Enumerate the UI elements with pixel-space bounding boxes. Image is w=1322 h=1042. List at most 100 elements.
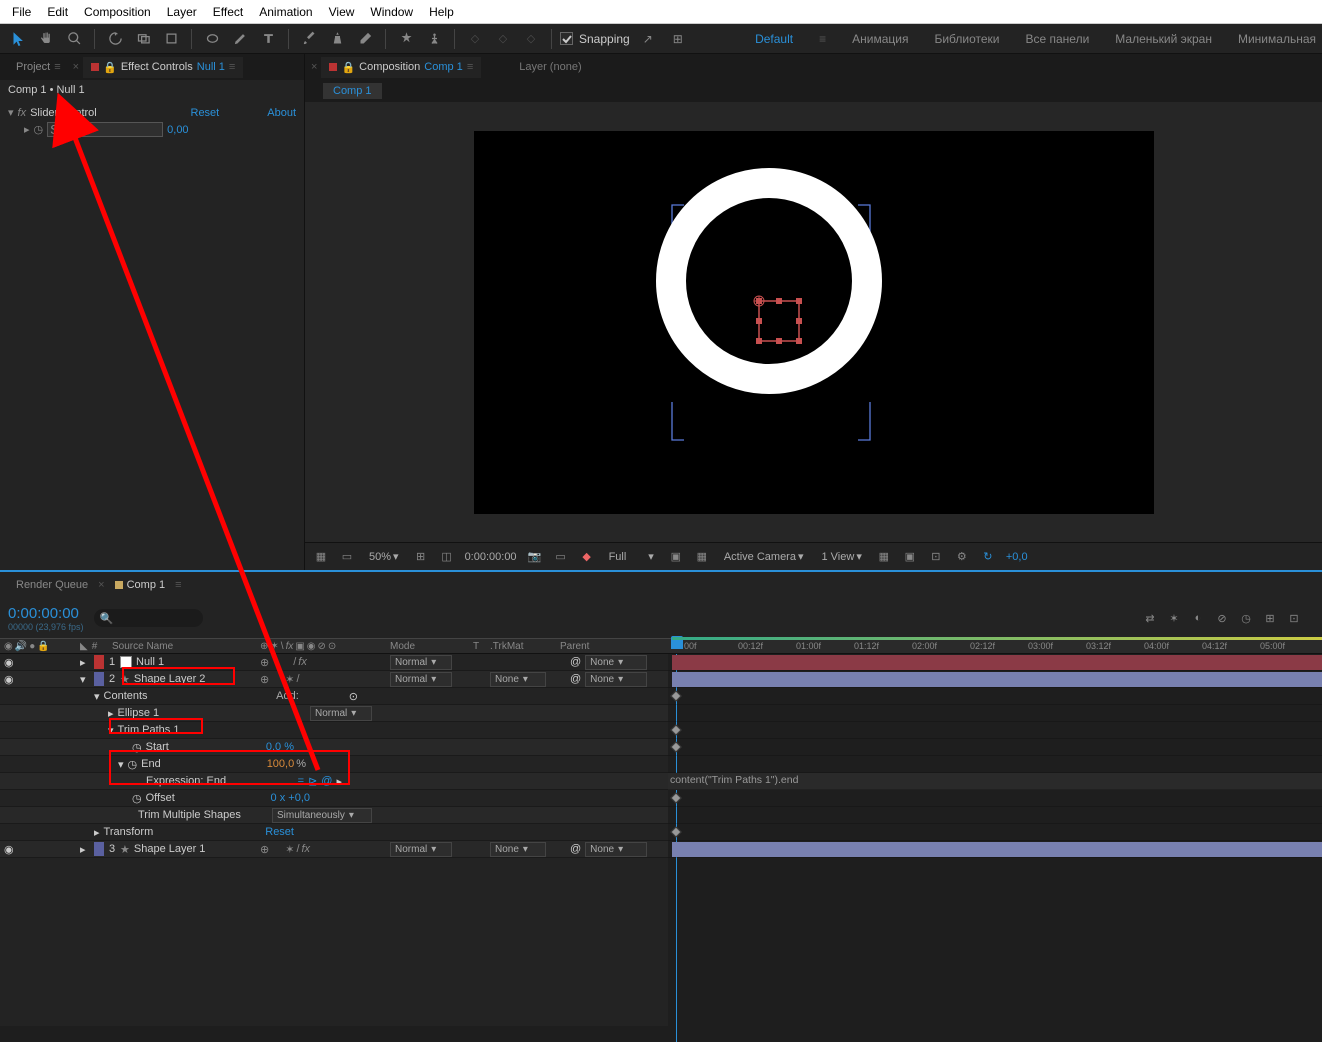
render-queue-tab[interactable]: Render Queue bbox=[8, 575, 96, 595]
selection-tool-icon[interactable] bbox=[6, 27, 30, 51]
roto-tool-icon[interactable] bbox=[394, 27, 418, 51]
menu-animation[interactable]: Animation bbox=[251, 5, 320, 19]
offset-value[interactable]: 0 x +0,0 bbox=[271, 792, 310, 804]
pen-tool-icon[interactable] bbox=[228, 27, 252, 51]
mode-header[interactable]: Mode bbox=[390, 641, 462, 652]
menu-composition[interactable]: Composition bbox=[76, 5, 159, 19]
effect-name[interactable]: Slider Control bbox=[30, 107, 97, 119]
twirl-icon[interactable]: ▸ bbox=[80, 657, 86, 669]
puppet-tool-icon[interactable] bbox=[422, 27, 446, 51]
menu-edit[interactable]: Edit bbox=[39, 5, 76, 19]
keyframe-icon[interactable] bbox=[670, 741, 681, 752]
layer-shape1[interactable]: Shape Layer 1 bbox=[134, 843, 206, 855]
twirl-icon[interactable]: ▸ bbox=[108, 707, 114, 720]
composition-canvas[interactable] bbox=[474, 131, 1154, 514]
zoom-tool-icon[interactable] bbox=[62, 27, 86, 51]
parent-dd[interactable]: None▾ bbox=[585, 655, 647, 670]
transp-icon[interactable]: ▦ bbox=[694, 549, 710, 565]
source-name-header[interactable]: Source Name bbox=[112, 641, 260, 652]
stopwatch-icon[interactable]: ◷ bbox=[34, 123, 44, 136]
tl-opt-4-icon[interactable]: ⊘ bbox=[1214, 610, 1230, 626]
effect-controls-tab[interactable]: 🔒 Effect Controls Null 1 ≡ bbox=[83, 57, 243, 78]
shy-header-icon[interactable]: ◣ bbox=[80, 641, 88, 652]
snap-opt-1-icon[interactable]: ↗ bbox=[636, 27, 660, 51]
layer-none-tab[interactable]: Layer (none) bbox=[519, 61, 581, 73]
twirl-icon[interactable]: ▾ bbox=[94, 690, 100, 703]
menu-view[interactable]: View bbox=[321, 5, 363, 19]
show-snapshot-icon[interactable]: ▭ bbox=[553, 549, 569, 565]
trim-paths[interactable]: Trim Paths 1 bbox=[118, 724, 180, 736]
lock-icon[interactable]: 🔒 bbox=[341, 61, 355, 74]
slider-label-input[interactable] bbox=[47, 122, 163, 137]
end-value[interactable]: 100,0 bbox=[267, 758, 295, 770]
vf-icon1[interactable]: ▦ bbox=[876, 549, 892, 565]
vf-icon2[interactable]: ▣ bbox=[902, 549, 918, 565]
pickwhip-icon[interactable]: @ bbox=[570, 656, 581, 668]
exposure-reset-icon[interactable]: ↻ bbox=[980, 549, 996, 565]
keyframe-icon[interactable] bbox=[670, 690, 681, 701]
start-value[interactable]: 0,0 % bbox=[266, 741, 294, 753]
layer-bar[interactable] bbox=[672, 672, 1322, 687]
resolution-dropdown[interactable]: Full▾ bbox=[605, 548, 658, 565]
expression-field[interactable]: content("Trim Paths 1").end bbox=[670, 774, 798, 786]
menu-layer[interactable]: Layer bbox=[159, 5, 205, 19]
brush-tool-icon[interactable] bbox=[297, 27, 321, 51]
slider-value[interactable]: 0,00 bbox=[167, 124, 188, 136]
twirl-icon[interactable]: ▾ bbox=[108, 724, 114, 737]
workspace-default[interactable]: Default bbox=[755, 32, 793, 46]
expr-lang-icon[interactable]: ▸ bbox=[336, 775, 342, 788]
mask-toggle-icon[interactable]: ▦ bbox=[313, 549, 329, 565]
roi-icon[interactable]: ▣ bbox=[668, 549, 684, 565]
workspace-all[interactable]: Все панели bbox=[1025, 32, 1089, 46]
tl-opt-7-icon[interactable]: ⊡ bbox=[1286, 610, 1302, 626]
workspace-min[interactable]: Минимальная bbox=[1238, 32, 1316, 46]
twirl-icon[interactable]: ▸ bbox=[80, 844, 86, 856]
expr-graph-icon[interactable]: ⊵ bbox=[308, 775, 317, 788]
eraser-tool-icon[interactable] bbox=[353, 27, 377, 51]
keyframe-icon[interactable] bbox=[670, 826, 681, 837]
snapping-checkbox[interactable] bbox=[560, 32, 573, 45]
tl-opt-3-icon[interactable]: ◐ bbox=[1190, 610, 1206, 626]
time-ruler[interactable]: 00f 00:12f 01:00f 01:12f 02:00f 02:12f 0… bbox=[668, 638, 1322, 654]
current-time[interactable]: 0:00:00:00 bbox=[465, 551, 517, 563]
twirl-icon[interactable]: ▾ bbox=[8, 106, 14, 119]
layer-bar[interactable] bbox=[672, 655, 1322, 670]
parent-header[interactable]: Parent bbox=[560, 641, 650, 652]
composition-tab[interactable]: 🔒 Composition Comp 1 ≡ bbox=[321, 57, 481, 78]
comp-timeline-tab[interactable]: Comp 1≡ bbox=[107, 575, 190, 595]
channel-icon[interactable]: ▭ bbox=[339, 549, 355, 565]
tl-opt-1-icon[interactable]: ⇄ bbox=[1142, 610, 1158, 626]
audio-header-icon[interactable]: 🔊 bbox=[15, 641, 27, 652]
grid-icon[interactable]: ⊞ bbox=[413, 549, 429, 565]
menu-file[interactable]: File bbox=[4, 5, 39, 19]
mask-tool-icon[interactable] bbox=[159, 27, 183, 51]
workspace-lib[interactable]: Библиотеки bbox=[934, 32, 999, 46]
eye-icon[interactable]: ◉ bbox=[4, 656, 14, 669]
layer-shape2[interactable]: Shape Layer 2 bbox=[134, 673, 206, 685]
stopwatch-icon[interactable]: ◷ bbox=[132, 741, 142, 754]
twirl-icon[interactable]: ▸ bbox=[24, 123, 30, 136]
stopwatch-icon[interactable]: ◷ bbox=[128, 758, 138, 771]
about-link[interactable]: About bbox=[267, 107, 296, 119]
tl-opt-5-icon[interactable]: ◷ bbox=[1238, 610, 1254, 626]
workspace-small[interactable]: Маленький экран bbox=[1115, 32, 1212, 46]
color-icon[interactable]: ◆ bbox=[579, 549, 595, 565]
layer-bar[interactable] bbox=[672, 842, 1322, 857]
layer-null[interactable]: Null 1 bbox=[136, 656, 164, 668]
menu-effect[interactable]: Effect bbox=[205, 5, 251, 19]
expr-pickwhip-icon[interactable]: @ bbox=[321, 775, 332, 788]
exposure-val[interactable]: +0,0 bbox=[1006, 551, 1028, 563]
snap-opt-2-icon[interactable]: ⊞ bbox=[666, 27, 690, 51]
twirl-icon[interactable]: ▾ bbox=[80, 674, 86, 686]
lock-icon[interactable]: 🔒 bbox=[103, 61, 117, 74]
snapshot-icon[interactable]: 📷 bbox=[527, 549, 543, 565]
twirl-icon[interactable]: ▸ bbox=[94, 826, 100, 839]
clone-tool-icon[interactable] bbox=[325, 27, 349, 51]
pan-behind-tool-icon[interactable] bbox=[131, 27, 155, 51]
trim-mult-dd[interactable]: Simultaneously▾ bbox=[272, 808, 372, 823]
tl-opt-6-icon[interactable]: ⊞ bbox=[1262, 610, 1278, 626]
zoom-dropdown[interactable]: 50%▾ bbox=[365, 548, 403, 565]
ellipse-tool-icon[interactable] bbox=[200, 27, 224, 51]
twirl-icon[interactable]: ▾ bbox=[118, 758, 124, 771]
expr-enable-icon[interactable]: = bbox=[298, 775, 304, 788]
